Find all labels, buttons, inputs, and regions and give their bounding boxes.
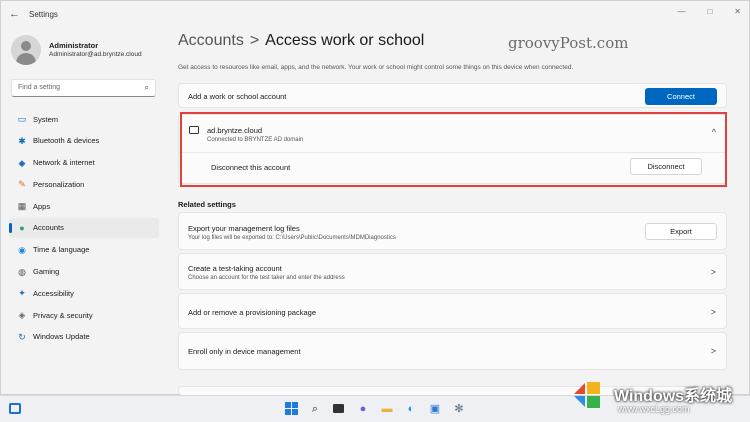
sidebar-item-accounts[interactable]: ● Accounts	[9, 217, 159, 238]
sidebar-item-label: Accessibility	[33, 288, 74, 298]
window-controls: — □ ✕	[677, 7, 741, 16]
shield-icon: ◈	[18, 310, 26, 321]
sidebar-nav: ▭ System ✱ Bluetooth & devices ◆ Network & in…	[9, 109, 159, 349]
sidebar-item-label: Windows Update	[33, 332, 90, 342]
sidebar-item-gaming[interactable]: ◍ Gaming	[9, 262, 159, 282]
start-icon[interactable]	[284, 402, 298, 416]
chat-icon[interactable]: ●	[356, 402, 370, 416]
export-logs-title: Export your management log files	[188, 224, 300, 233]
sidebar-item-label: Bluetooth & devices	[33, 136, 100, 146]
search-input[interactable]: Find a setting ⌕	[11, 79, 156, 97]
settings-icon[interactable]: ✻	[452, 402, 466, 416]
search-icon[interactable]: ⌕	[308, 402, 322, 416]
windows-logo-watermark	[574, 382, 600, 408]
user-name: Administrator	[49, 41, 99, 50]
sidebar-item-accessibility[interactable]: ✦ Accessibility	[9, 283, 159, 303]
sidebar-item-system[interactable]: ▭ System	[9, 109, 159, 129]
gamepad-icon: ◍	[18, 266, 26, 277]
enroll-device-management-card[interactable]: Enroll only in device management >	[178, 332, 727, 370]
export-button[interactable]: Export	[645, 223, 717, 240]
breadcrumb-separator: >	[249, 32, 260, 49]
avatar-head-shape	[21, 41, 31, 51]
close-icon[interactable]: ✕	[734, 7, 741, 16]
highlight-box	[180, 112, 727, 187]
sidebar-item-label: Privacy & security	[33, 310, 93, 320]
watermark-brand: Windows系统城	[614, 388, 733, 405]
search-icon[interactable]: ⌕	[145, 83, 149, 93]
sidebar: Administrator Administrator@ad.bryntze.c…	[1, 29, 163, 396]
avatar[interactable]	[11, 35, 41, 65]
export-logs-path: Your log files will be exported to: C:\U…	[188, 235, 396, 241]
person-icon: ●	[19, 222, 25, 233]
chevron-right-icon: >	[710, 267, 716, 277]
enroll-device-management-title: Enroll only in device management	[188, 347, 301, 356]
sidebar-item-label: Network & internet	[33, 158, 95, 168]
page-title: Access work or school	[265, 32, 425, 49]
back-arrow-icon[interactable]: ←	[9, 8, 21, 20]
page-description: Get access to resources like email, apps…	[178, 64, 574, 71]
chevron-right-icon: >	[710, 346, 716, 356]
wifi-icon: ◆	[18, 157, 26, 168]
breadcrumb-parent[interactable]: Accounts	[178, 32, 244, 49]
sidebar-item-bluetooth-devices[interactable]: ✱ Bluetooth & devices	[9, 131, 159, 151]
apps-icon: ▦	[17, 201, 27, 212]
title-bar: ← Settings — □ ✕	[1, 1, 750, 29]
provisioning-package-card[interactable]: Add or remove a provisioning package >	[178, 293, 727, 329]
sidebar-item-label: Gaming	[33, 267, 60, 277]
groovypost-watermark: groovyPost.com	[508, 34, 629, 52]
chevron-right-icon: >	[710, 307, 716, 317]
sidebar-item-label: Personalization	[33, 179, 85, 189]
sidebar-item-time-language[interactable]: ◉ Time & language	[9, 240, 159, 260]
bluetooth-icon: ✱	[18, 135, 26, 146]
export-logs-card: Export your management log files Your lo…	[178, 212, 727, 250]
store-icon[interactable]: ▣	[428, 402, 442, 416]
update-icon: ↻	[18, 331, 26, 342]
minimize-icon[interactable]: —	[677, 7, 685, 16]
provisioning-package-title: Add or remove a provisioning package	[188, 308, 316, 317]
brush-icon: ✎	[18, 179, 26, 190]
app-title: Settings	[29, 10, 58, 19]
breadcrumb: Accounts > Access work or school	[178, 32, 424, 50]
add-account-label: Add a work or school account	[188, 92, 287, 101]
search-placeholder: Find a setting	[18, 84, 61, 91]
task-view-icon[interactable]	[332, 402, 346, 416]
monitor-icon: ▭	[17, 114, 27, 124]
avatar-body-shape	[16, 53, 36, 65]
add-account-card: Add a work or school account Connect	[178, 83, 727, 108]
sidebar-item-apps[interactable]: ▦ Apps	[9, 196, 159, 216]
globe-icon: ◉	[18, 244, 26, 255]
sidebar-item-network-internet[interactable]: ◆ Network & internet	[9, 153, 159, 173]
connect-button[interactable]: Connect	[645, 88, 717, 105]
sidebar-item-privacy-security[interactable]: ◈ Privacy & security	[9, 305, 159, 325]
test-account-card[interactable]: Create a test-taking account Choose an a…	[178, 253, 727, 290]
sidebar-item-label: System	[33, 114, 59, 124]
watermark-url: www.wxcLgg.com	[618, 404, 690, 414]
user-email: Administrator@ad.bryntze.cloud	[49, 51, 142, 58]
sidebar-item-label: Time & language	[33, 245, 90, 255]
maximize-icon[interactable]: □	[707, 7, 712, 16]
sidebar-item-personalization[interactable]: ✎ Personalization	[9, 174, 159, 194]
accessibility-icon: ✦	[18, 288, 26, 299]
sidebar-item-label: Accounts	[33, 223, 64, 233]
sidebar-item-windows-update[interactable]: ↻ Windows Update	[9, 327, 159, 347]
widgets-icon[interactable]	[8, 402, 22, 416]
edge-icon[interactable]: ◐	[404, 402, 418, 416]
sidebar-item-label: Apps	[33, 201, 51, 211]
test-account-sub: Choose an account for the test taker and…	[188, 275, 345, 281]
file-explorer-icon[interactable]: ▬	[380, 402, 394, 416]
test-account-title: Create a test-taking account	[188, 264, 282, 273]
related-settings-title: Related settings	[178, 200, 236, 209]
